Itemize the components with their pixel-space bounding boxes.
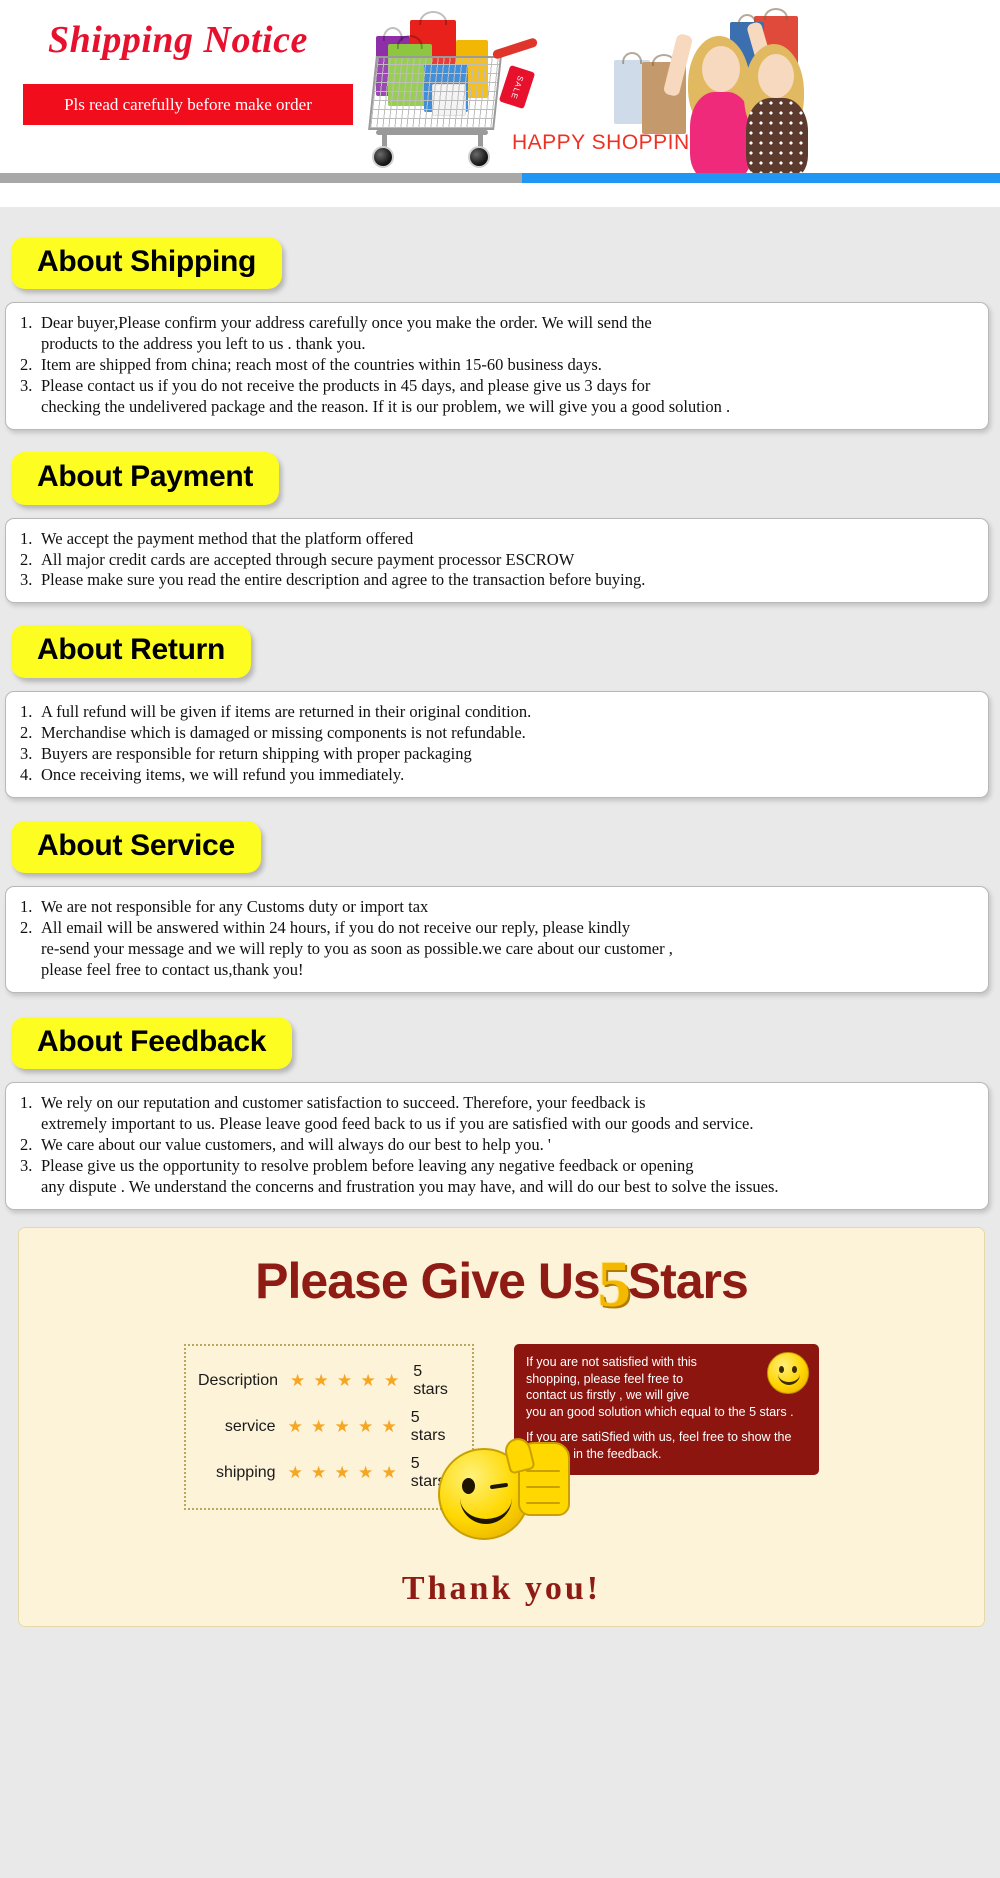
list-number: 3. xyxy=(20,570,33,590)
list-item: 3. Please give us the opportunity to reso… xyxy=(20,1156,974,1198)
shipping-notice-page: Shipping Notice Pls read carefully befor… xyxy=(0,0,1000,1878)
tab-about-feedback[interactable]: About Feedback xyxy=(11,1016,293,1070)
list-item: 2. Item are shipped from china; reach mos… xyxy=(20,355,974,376)
list-item: 1. We rely on our reputation and customer… xyxy=(20,1093,974,1135)
panel-about-shipping: 1. Dear buyer,Please confirm your address… xyxy=(5,302,989,431)
list-text: We care about our value customers, and w… xyxy=(41,1135,551,1155)
thumbs-up-smiley-area xyxy=(19,1435,984,1552)
tab-about-return[interactable]: About Return xyxy=(11,625,252,678)
list-text: A full refund will be given if items are… xyxy=(41,701,532,721)
list-number: 1. xyxy=(20,701,33,721)
list-number: 4. xyxy=(20,764,33,784)
list-item: 1. We are not responsible for any Customs… xyxy=(20,897,974,918)
list-number: 1. xyxy=(20,528,33,548)
smiley-face-icon xyxy=(767,1351,809,1394)
panel-about-service: 1. We are not responsible for any Customs… xyxy=(5,886,989,993)
section-about-payment: About Payment 1. We accept the payment me… xyxy=(0,452,1000,604)
list-text: We rely on our reputation and customer s… xyxy=(41,1093,754,1134)
list-item: 1. Dear buyer,Please confirm your address… xyxy=(20,313,974,355)
panel-about-payment: 1. We accept the payment method that the … xyxy=(5,517,989,604)
list-item: 3. Please contact us if you do not receiv… xyxy=(20,376,974,418)
read-carefully-text: Pls read carefully before make order xyxy=(64,94,312,114)
list-text: We accept the payment method that the pl… xyxy=(41,528,414,548)
list-text: Item are shipped from china; reach most … xyxy=(41,355,602,375)
list-text: All major credit cards are accepted thro… xyxy=(41,549,575,569)
list-number: 2. xyxy=(20,549,33,569)
list-number: 2. xyxy=(20,355,33,375)
panel-about-feedback: 1. We rely on our reputation and customer… xyxy=(5,1082,989,1210)
list-text: We are not responsible for any Customs d… xyxy=(41,897,429,916)
model-head xyxy=(702,46,740,92)
tab-about-service[interactable]: About Service xyxy=(11,820,261,873)
model-head xyxy=(758,54,794,98)
header-divider-blue xyxy=(522,173,1000,183)
list-item: 3. Please make sure you read the entire d… xyxy=(20,570,974,591)
star-rating-icon: ★ ★ ★ ★ ★ xyxy=(287,1416,399,1436)
header-banner: Shipping Notice Pls read carefully befor… xyxy=(0,0,1000,207)
list-text: Dear buyer,Please confirm your address c… xyxy=(41,313,652,354)
tab-about-shipping[interactable]: About Shipping xyxy=(11,237,283,290)
read-carefully-banner: Pls read carefully before make order xyxy=(23,84,353,125)
list-item: 2. All email will be answered within 24 h… xyxy=(20,918,974,981)
list-item: 4. Once receiving items, we will refund y… xyxy=(20,765,974,786)
shoppers-photo xyxy=(612,0,852,180)
list-item: 2. We care about our value customers, and… xyxy=(20,1135,974,1156)
list-text: Merchandise which is damaged or missing … xyxy=(41,722,526,742)
list-number: 1. xyxy=(20,1093,33,1113)
star-rating-icon: ★ ★ ★ ★ ★ xyxy=(290,1370,402,1390)
cart-frame-icon xyxy=(376,130,488,135)
give-us-5-stars-headline: Please Give Us5Stars xyxy=(19,1247,984,1321)
headline-after: Stars xyxy=(627,1252,749,1309)
list-number: 2. xyxy=(20,1135,33,1155)
headline-before: Please Give Us xyxy=(255,1252,601,1309)
list-item: 3. Buyers are responsible for return ship… xyxy=(20,744,974,765)
list-text: Please make sure you read the entire des… xyxy=(41,570,646,590)
list-text: Please give us the opportunity to resolv… xyxy=(41,1156,779,1197)
list-text: Buyers are responsible for return shippi… xyxy=(41,743,472,763)
list-number: 1. xyxy=(20,313,33,333)
section-about-return: About Return 1. A full refund will be giv… xyxy=(0,625,1000,798)
list-number: 3. xyxy=(20,376,33,396)
notice-paragraph: If you are not satisfied with this shopp… xyxy=(526,1354,794,1419)
tab-about-payment[interactable]: About Payment xyxy=(11,452,280,505)
list-number: 1. xyxy=(20,897,33,916)
section-about-service: About Service 1. We are not responsible f… xyxy=(0,820,1000,993)
section-about-shipping: About Shipping 1. Dear buyer,Please confi… xyxy=(0,237,1000,431)
cart-basket-icon xyxy=(368,56,502,130)
model-torso-dotted xyxy=(746,98,808,180)
rating-label: service xyxy=(224,1417,276,1435)
list-number: 2. xyxy=(20,917,33,937)
rating-value: 5 stars xyxy=(413,1362,448,1398)
thank-you-text: Thank you! xyxy=(401,1569,602,1607)
sale-tag-icon: SALE xyxy=(498,64,536,110)
list-item: 2. Merchandise which is damaged or missin… xyxy=(20,723,974,744)
list-item: 1. A full refund will be given if items a… xyxy=(20,702,974,723)
five-stars-footer: Please Give Us5Stars Description ★ ★ ★ ★… xyxy=(18,1226,985,1627)
sale-tag-label: SALE xyxy=(508,73,526,101)
thumbs-up-hand-icon xyxy=(501,1435,570,1516)
list-text: All email will be answered within 24 hou… xyxy=(41,917,673,979)
cart-wheel-icon xyxy=(468,146,490,168)
list-number: 2. xyxy=(20,722,33,742)
list-number: 3. xyxy=(20,743,33,763)
list-text: Please contact us if you do not receive … xyxy=(41,376,731,417)
rating-label: Description xyxy=(198,1371,279,1389)
list-item: 1. We accept the payment method that the … xyxy=(20,529,974,550)
thumbs-up-smiley-icon xyxy=(432,1435,572,1552)
cart-wheel-icon xyxy=(372,146,394,168)
section-about-feedback: About Feedback 1. We rely on our reputati… xyxy=(0,1016,1000,1210)
page-title: Shipping Notice xyxy=(48,19,308,61)
list-item: 2. All major credit cards are accepted th… xyxy=(20,550,974,571)
cart-handle-icon xyxy=(491,37,539,60)
list-number: 3. xyxy=(20,1156,33,1176)
panel-about-return: 1. A full refund will be given if items a… xyxy=(5,690,989,798)
list-text: Once receiving items, we will refund you… xyxy=(41,764,405,784)
model-torso-pink xyxy=(690,92,752,180)
table-row: Description ★ ★ ★ ★ ★ 5 stars xyxy=(198,1358,456,1404)
sections-container: About Shipping 1. Dear buyer,Please confi… xyxy=(0,207,1000,1210)
headline-number-5: 5 xyxy=(597,1247,631,1321)
